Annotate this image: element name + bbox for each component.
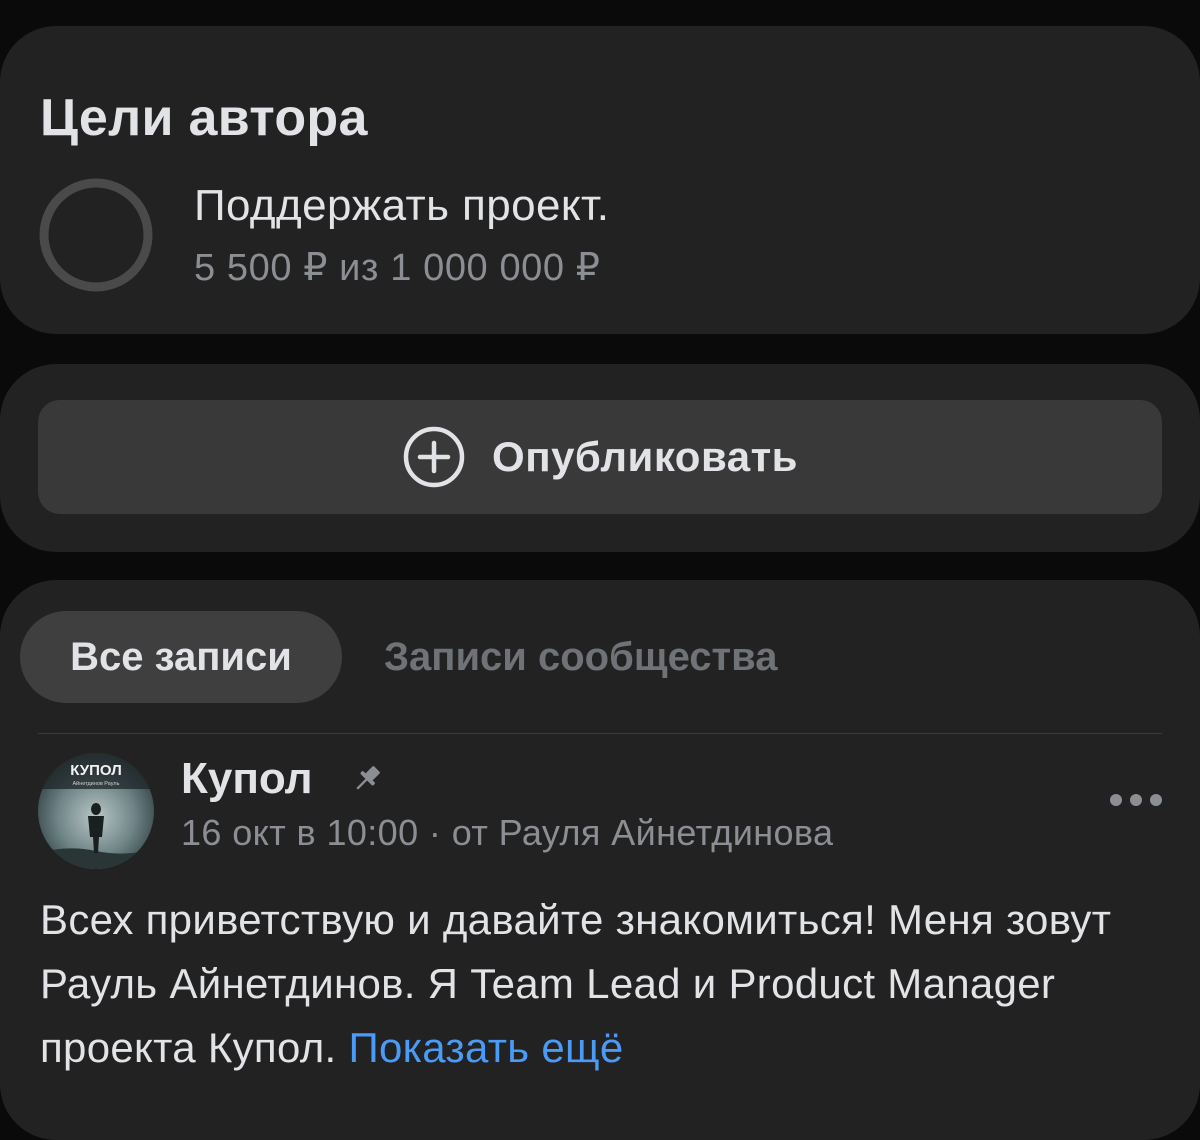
goal-progress-ring-icon — [39, 178, 153, 292]
publish-label: Опубликовать — [492, 433, 798, 480]
goal-progress-text: 5 500 ₽ из 1 000 000 ₽ — [194, 247, 601, 289]
post-text: Всех приветствую и давайте знакомиться! … — [40, 888, 1180, 1080]
tab-all-posts[interactable]: Все записи — [20, 611, 342, 703]
publish-button[interactable]: Опубликовать — [38, 400, 1162, 514]
divider — [38, 733, 1162, 734]
goals-title: Цели автора — [40, 89, 368, 147]
feed-card: Все записи Записи сообщества КУПОЛ Айнет… — [0, 580, 1200, 1140]
post-meta: 16 окт в 10:00 · от Рауля Айнетдинова — [181, 812, 834, 853]
avatar[interactable]: КУПОЛ Айнетдинов Рауль — [38, 753, 154, 869]
svg-text:КУПОЛ: КУПОЛ — [70, 762, 121, 779]
more-options-icon[interactable] — [1108, 788, 1164, 812]
author-goals-card: Цели автора Поддержать проект. 5 500 ₽ и… — [0, 26, 1200, 334]
post-author-row: Купол — [181, 754, 385, 804]
pin-icon — [356, 766, 380, 790]
publish-card: Опубликовать — [0, 364, 1200, 552]
plus-circle-icon — [403, 426, 465, 488]
show-more-link[interactable]: Показать ещё — [348, 1024, 623, 1071]
svg-text:Айнетдинов Рауль: Айнетдинов Рауль — [72, 780, 119, 787]
tab-community-posts[interactable]: Записи сообщества — [384, 611, 777, 703]
avatar-image: КУПОЛ Айнетдинов Рауль — [38, 753, 154, 869]
goal-title[interactable]: Поддержать проект. — [194, 181, 609, 231]
post-author-name[interactable]: Купол — [181, 754, 313, 804]
